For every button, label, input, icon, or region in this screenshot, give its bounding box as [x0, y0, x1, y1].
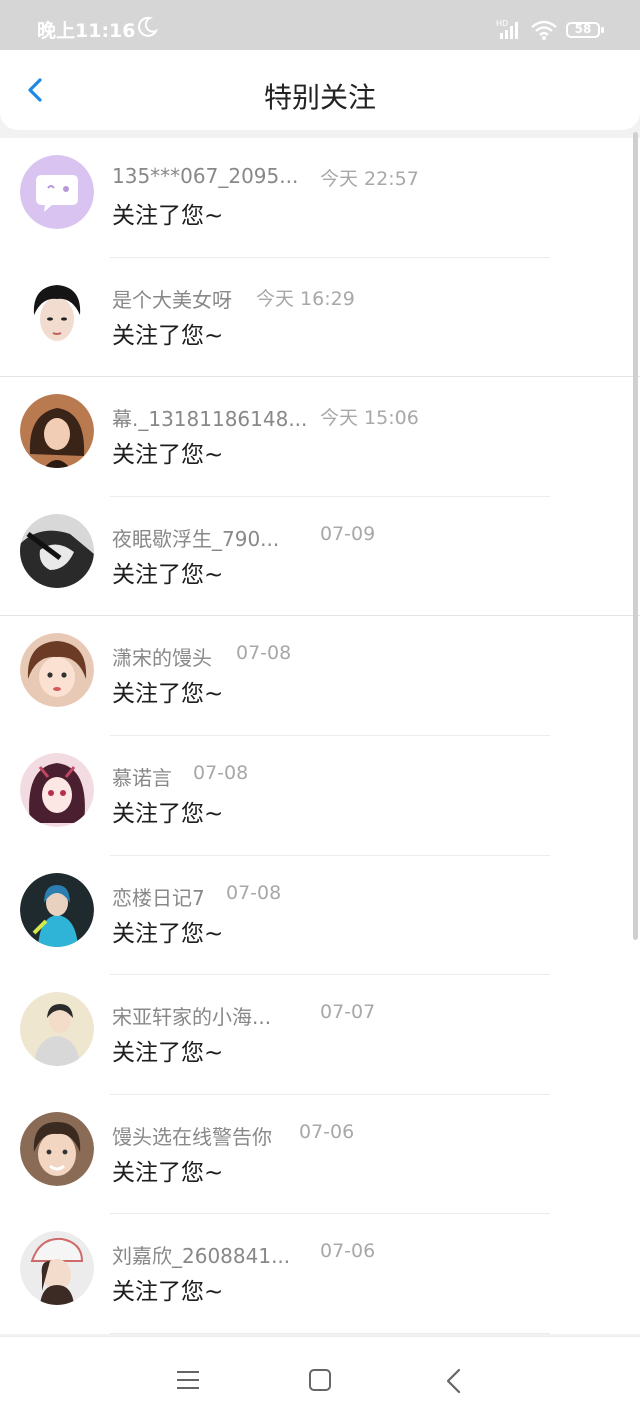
- item-name: 夜眠歇浮生_790...: [112, 526, 280, 551]
- list-item[interactable]: 馒头选在线警告你 07-06 关注了您~: [0, 1094, 640, 1215]
- avatar[interactable]: [20, 992, 94, 1067]
- item-message: 关注了您~: [112, 203, 224, 229]
- status-time: 晚上11:16: [37, 20, 136, 42]
- item-name: 幕._13181186148...: [112, 407, 308, 432]
- item-message: 关注了您~: [112, 561, 224, 588]
- divider: [110, 1332, 550, 1334]
- item-time: 今天 22:57: [320, 168, 419, 190]
- wifi-icon: [531, 20, 557, 40]
- item-message: 关注了您~: [112, 800, 224, 827]
- item-time: 07-09: [320, 522, 376, 545]
- item-name: 刘嘉欣_2608841...: [112, 1244, 291, 1269]
- item-name: 宋亚轩家的小海...: [112, 1005, 272, 1030]
- menu-icon[interactable]: [176, 1370, 200, 1390]
- list-item[interactable]: 慕诺言 07-08 关注了您~: [0, 735, 640, 856]
- list-item[interactable]: 135***067_2095... 今天 22:57 关注了您~: [0, 138, 640, 258]
- list-item[interactable]: 恋楼日记7 07-08 关注了您~: [0, 855, 640, 976]
- avatar[interactable]: [20, 1231, 94, 1306]
- avatar-image: [20, 872, 94, 947]
- item-message: 关注了您~: [112, 1040, 224, 1067]
- item-time: 今天 16:29: [256, 287, 355, 310]
- avatar[interactable]: [20, 155, 94, 229]
- list-item[interactable]: 宋亚轩家的小海... 07-07 关注了您~: [0, 975, 640, 1095]
- avatar-image: [20, 633, 94, 708]
- battery-icon: 58: [566, 22, 600, 38]
- item-message: 关注了您~: [112, 681, 224, 708]
- moon-icon: [138, 16, 158, 37]
- item-time: 07-08: [236, 642, 292, 665]
- system-nav-bar: [0, 1336, 640, 1423]
- avatar-image: [20, 1231, 94, 1306]
- chat-bubble-avatar-icon: [20, 155, 94, 229]
- item-message: 关注了您~: [112, 442, 224, 469]
- avatar-image: [20, 752, 94, 827]
- avatar-image: [20, 274, 94, 349]
- follow-list: 135***067_2095... 今天 22:57 关注了您~ 是个大美女呀 …: [0, 138, 640, 1334]
- list-item[interactable]: 刘嘉欣_2608841... 07-06 关注了您~: [0, 1214, 640, 1334]
- avatar[interactable]: [20, 274, 94, 349]
- scrollbar[interactable]: [633, 132, 638, 940]
- page-title: 特别关注: [263, 81, 376, 114]
- item-name: 135***067_2095...: [112, 164, 299, 188]
- item-name: 恋楼日记7: [112, 885, 205, 910]
- signal-icon: HD: [496, 19, 518, 39]
- avatar[interactable]: [20, 752, 94, 827]
- avatar[interactable]: [20, 1111, 94, 1186]
- list-item[interactable]: 是个大美女呀 今天 16:29 关注了您~: [0, 257, 640, 378]
- battery-nub: [601, 27, 604, 33]
- item-time: 07-08: [193, 761, 249, 784]
- avatar-image: [20, 1111, 94, 1186]
- item-message: 关注了您~: [112, 1159, 224, 1186]
- avatar-image: [20, 992, 94, 1067]
- list-item[interactable]: 潇宋的馒头 07-08 关注了您~: [0, 616, 640, 736]
- avatar[interactable]: [20, 633, 94, 708]
- avatar-image: [20, 394, 94, 469]
- item-message: 关注了您~: [112, 322, 224, 349]
- avatar[interactable]: [20, 872, 94, 947]
- avatar[interactable]: [20, 513, 94, 588]
- signal-hd-label: HD: [496, 19, 508, 28]
- item-time: 今天 15:06: [320, 407, 419, 430]
- item-name: 潇宋的馒头: [112, 646, 212, 671]
- item-message: 关注了您~: [112, 920, 224, 947]
- item-time: 07-06: [299, 1120, 355, 1143]
- avatar-image: [20, 513, 94, 588]
- item-time: 07-06: [320, 1240, 376, 1263]
- list-item[interactable]: 幕._13181186148... 今天 15:06 关注了您~: [0, 377, 640, 497]
- item-time: 07-08: [226, 881, 282, 904]
- battery-level: 58: [574, 22, 592, 36]
- list-item[interactable]: 夜眠歇浮生_790... 07-09 关注了您~: [0, 496, 640, 617]
- item-message: 关注了您~: [112, 1279, 224, 1306]
- item-name: 馒头选在线警告你: [112, 1124, 272, 1149]
- item-name: 慕诺言: [112, 765, 172, 790]
- status-bar: 晚上11:16 HD 58: [0, 0, 640, 50]
- header: 特别关注: [0, 50, 640, 130]
- home-square-icon[interactable]: [309, 1369, 331, 1391]
- item-time: 07-07: [320, 1001, 376, 1024]
- nav-back-icon[interactable]: [444, 1368, 464, 1394]
- avatar[interactable]: [20, 394, 94, 469]
- item-name: 是个大美女呀: [112, 287, 232, 312]
